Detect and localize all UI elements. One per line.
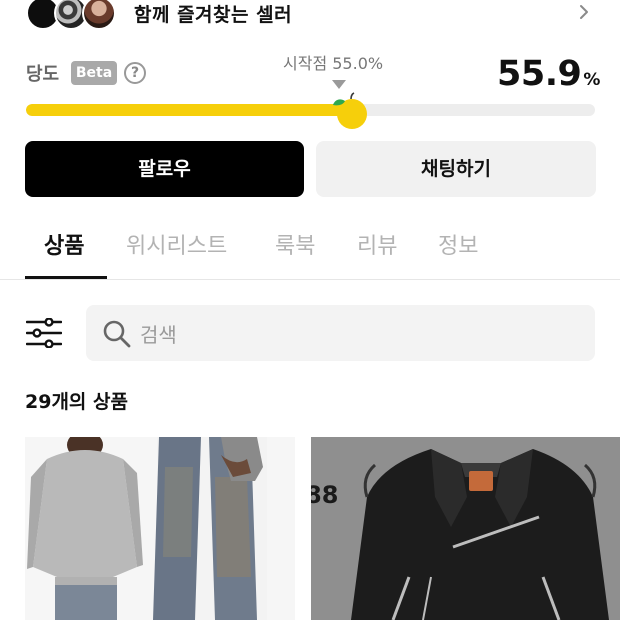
chat-button[interactable]: 채팅하기 <box>316 141 596 197</box>
tab-lookbook[interactable]: 룩북 <box>275 228 315 260</box>
product-count: 29개의 상품 <box>25 387 128 414</box>
chevron-right-icon[interactable] <box>576 4 592 20</box>
product-card-image[interactable] <box>25 437 295 620</box>
beta-badge: Beta <box>71 61 117 85</box>
product-overlay-text: 88 <box>311 481 338 509</box>
search-placeholder: 검색 <box>140 323 177 347</box>
question-circle-icon[interactable]: ? <box>124 62 146 84</box>
active-tab-indicator <box>25 276 107 279</box>
apple-icon <box>333 92 367 129</box>
avatar <box>82 0 116 30</box>
sweetness-unit: % <box>583 70 600 90</box>
follow-button[interactable]: 팔로우 <box>25 141 304 197</box>
product-count-suffix: 개의 상품 <box>51 391 128 413</box>
start-point-label: 시작점 55.0% <box>283 54 384 73</box>
tab-wishlist[interactable]: 위시리스트 <box>126 228 227 260</box>
sweetness-bar-fill <box>26 104 345 116</box>
tab-reviews[interactable]: 리뷰 <box>357 228 397 260</box>
sweetness-label: 당도 <box>26 64 60 85</box>
product-card-image[interactable]: 88 <box>311 437 620 620</box>
profile-tabs: 상품 위시리스트 룩북 리뷰 정보 <box>0 218 620 280</box>
product-photo: 88 <box>311 437 620 620</box>
start-point-marker <box>332 80 346 89</box>
tab-products[interactable]: 상품 <box>44 228 84 260</box>
tab-info[interactable]: 정보 <box>438 228 478 260</box>
product-count-number: 29 <box>25 391 52 413</box>
product-photo <box>25 437 295 620</box>
search-input[interactable]: 검색 <box>86 305 595 361</box>
sweetness-value: 55.9% <box>497 54 600 94</box>
similar-sellers-row[interactable]: 함께 즐겨찾는 셀러 <box>0 0 620 30</box>
sweetness-number: 55.9 <box>497 54 582 94</box>
seller-avatars <box>26 0 122 30</box>
similar-sellers-title: 함께 즐겨찾는 셀러 <box>134 4 293 26</box>
search-icon <box>103 320 131 348</box>
sweetness-bar <box>26 104 595 116</box>
sliders-icon[interactable] <box>26 318 62 348</box>
